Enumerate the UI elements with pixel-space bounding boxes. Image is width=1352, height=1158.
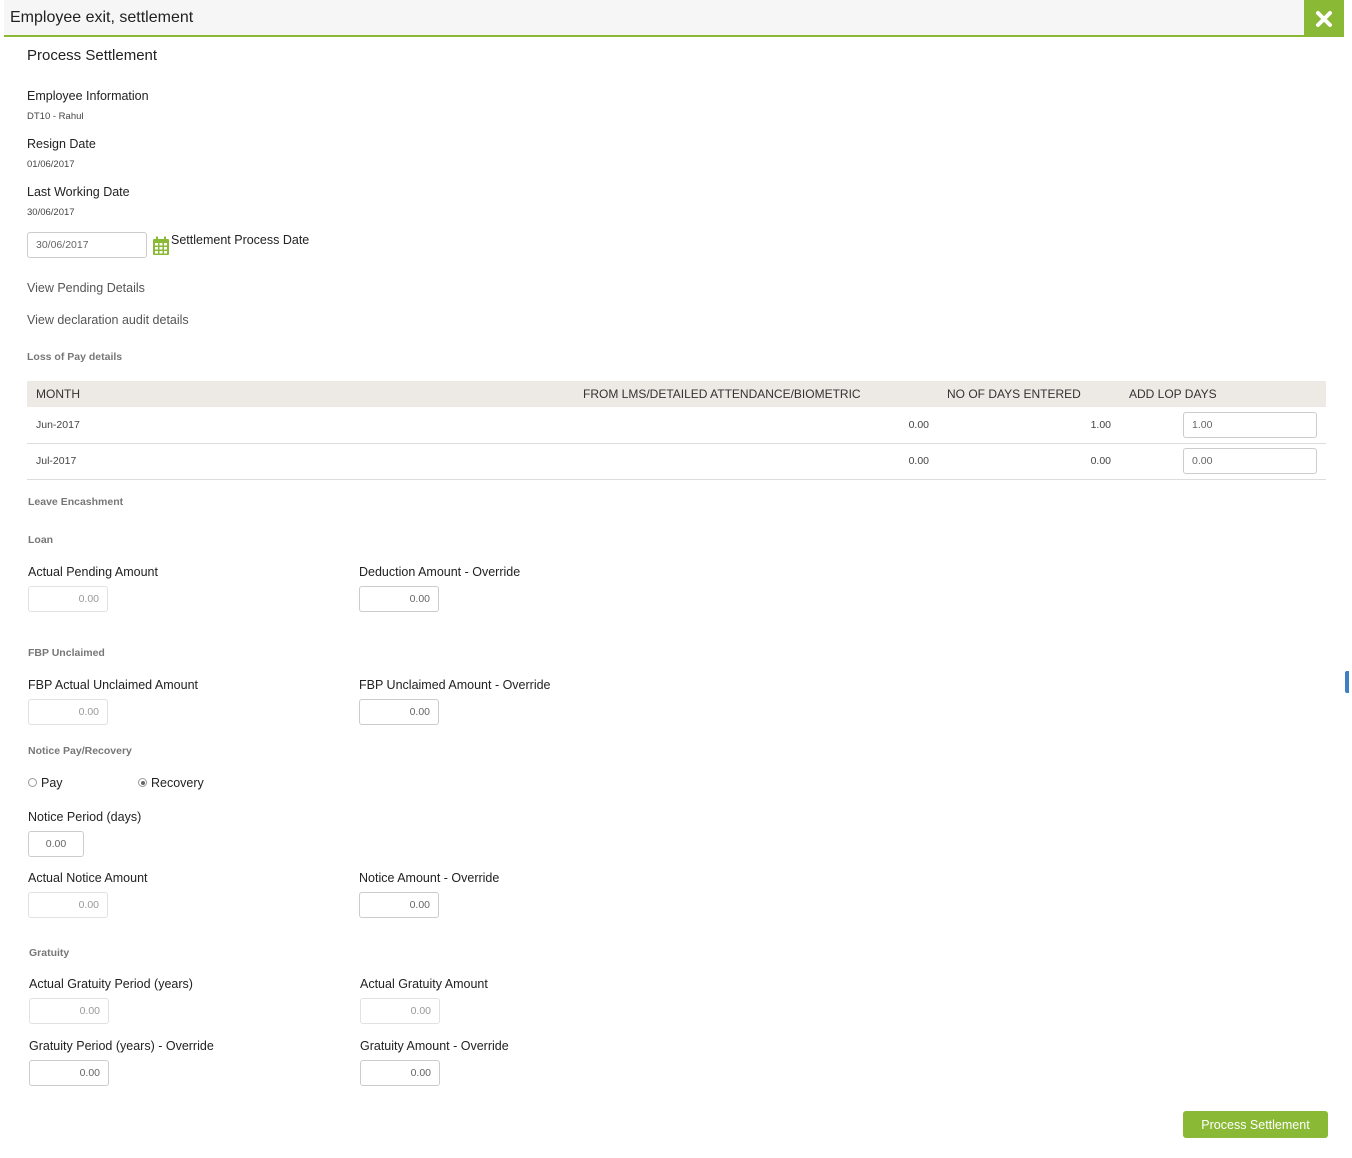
add-lop-days-input[interactable]: 0.00: [1183, 448, 1317, 474]
loan-section-title: Loan: [28, 534, 54, 546]
leave-encashment-title: Leave Encashment: [28, 496, 124, 508]
row-days-entered: 0.00: [1090, 455, 1111, 467]
fbp-actual-field: 0.00: [28, 699, 108, 725]
actual-notice-amount-label: Actual Notice Amount: [28, 871, 148, 885]
row-from-lms: 0.00: [908, 419, 929, 431]
fbp-override-input[interactable]: 0.00: [359, 699, 439, 725]
calendar-icon[interactable]: [152, 236, 170, 256]
fbp-actual-label: FBP Actual Unclaimed Amount: [28, 678, 198, 692]
notice-period-input[interactable]: 0.00: [28, 831, 84, 857]
last-working-date-label: Last Working Date: [27, 185, 130, 199]
page-title: Process Settlement: [27, 47, 158, 64]
lop-table-header: MONTH FROM LMS/DETAILED ATTENDANCE/BIOME…: [27, 381, 1326, 407]
gratuity-period-override-label: Gratuity Period (years) - Override: [29, 1039, 214, 1053]
gratuity-period-label: Actual Gratuity Period (years): [29, 977, 193, 991]
resign-date-label: Resign Date: [27, 137, 96, 151]
row-days-entered: 1.00: [1090, 419, 1111, 431]
fbp-section-title: FBP Unclaimed: [28, 647, 105, 659]
gratuity-amount-field: 0.00: [360, 998, 440, 1024]
notice-override-label: Notice Amount - Override: [359, 871, 500, 885]
employee-info-value: DT10 - Rahul: [27, 111, 84, 122]
pay-radio-label[interactable]: Pay: [41, 776, 63, 790]
pay-radio[interactable]: [28, 778, 37, 787]
view-declaration-audit-link[interactable]: View declaration audit details: [27, 313, 189, 327]
settlement-date-label: Settlement Process Date: [171, 233, 310, 247]
col-add-lop-days: ADD LOP DAYS: [1129, 387, 1217, 401]
dialog-title: Employee exit, settlement: [10, 9, 194, 26]
close-button[interactable]: [1304, 0, 1344, 37]
side-tab[interactable]: [1345, 671, 1349, 693]
col-month: MONTH: [36, 387, 80, 401]
fbp-override-label: FBP Unclaimed Amount - Override: [359, 678, 551, 692]
notice-section-title: Notice Pay/Recovery: [28, 745, 132, 757]
dialog-header: Employee exit, settlement: [4, 0, 1344, 37]
deduction-override-input[interactable]: 0.00: [359, 586, 439, 612]
view-pending-details-link[interactable]: View Pending Details: [27, 281, 145, 295]
employee-info-label: Employee Information: [27, 89, 149, 103]
gratuity-amount-label: Actual Gratuity Amount: [360, 977, 488, 991]
notice-period-label: Notice Period (days): [28, 810, 142, 824]
close-icon: [1316, 10, 1332, 27]
gratuity-amount-override-label: Gratuity Amount - Override: [360, 1039, 509, 1053]
gratuity-amount-override-input[interactable]: 0.00: [360, 1060, 440, 1086]
notice-override-input[interactable]: 0.00: [359, 892, 439, 918]
col-from-lms: FROM LMS/DETAILED ATTENDANCE/BIOMETRIC: [583, 387, 861, 401]
gratuity-period-field: 0.00: [29, 998, 109, 1024]
col-days-entered: NO OF DAYS ENTERED: [947, 387, 1081, 401]
row-divider: [27, 443, 1326, 444]
gratuity-period-override-input[interactable]: 0.00: [29, 1060, 109, 1086]
row-month: Jul-2017: [36, 455, 77, 467]
deduction-override-label: Deduction Amount - Override: [359, 565, 521, 579]
recovery-radio[interactable]: [138, 778, 147, 787]
row-divider: [27, 479, 1326, 480]
last-working-date-value: 30/06/2017: [27, 207, 75, 218]
actual-pending-amount-label: Actual Pending Amount: [28, 565, 158, 579]
add-lop-days-input[interactable]: 1.00: [1183, 412, 1317, 438]
actual-pending-amount-field: 0.00: [28, 586, 108, 612]
gratuity-section-title: Gratuity: [29, 947, 70, 959]
row-month: Jun-2017: [36, 419, 80, 431]
settlement-date-input[interactable]: 30/06/2017: [27, 232, 147, 258]
resign-date-value: 01/06/2017: [27, 159, 75, 170]
recovery-radio-label[interactable]: Recovery: [151, 776, 204, 790]
actual-notice-amount-field: 0.00: [28, 892, 108, 918]
lop-section-title: Loss of Pay details: [27, 351, 123, 363]
row-from-lms: 0.00: [908, 455, 929, 467]
process-settlement-button[interactable]: Process Settlement: [1183, 1111, 1328, 1138]
